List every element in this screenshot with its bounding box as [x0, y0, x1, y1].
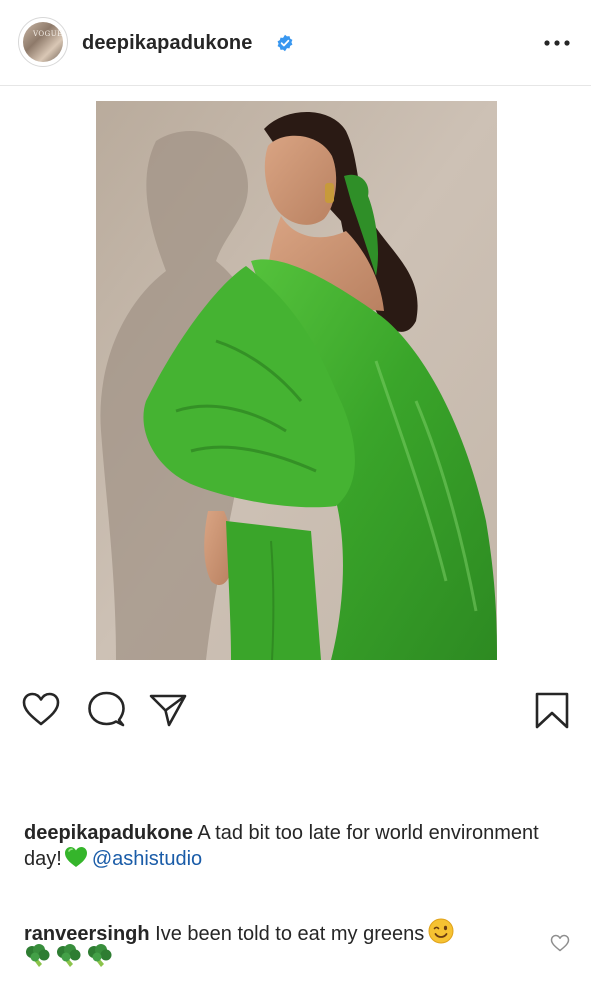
post-header: VOGUE deepikapadukone — [0, 0, 591, 86]
bookmark-icon[interactable] — [532, 690, 572, 730]
verified-badge-icon — [277, 34, 293, 52]
share-icon[interactable] — [148, 690, 188, 730]
post-username[interactable]: deepikapadukone — [82, 32, 252, 55]
green-heart-emoji-icon — [64, 847, 87, 867]
broccoli-emoji-icon — [88, 944, 112, 967]
post-caption: deepikapadukone A tad bit too late for w… — [24, 820, 564, 872]
comment-icon[interactable] — [86, 690, 126, 730]
winking-face-emoji-icon — [428, 918, 454, 944]
broccoli-emoji-icon — [26, 944, 50, 967]
comment-username[interactable]: ranveersingh — [24, 923, 150, 945]
avatar[interactable]: VOGUE — [18, 17, 68, 67]
post-photo-illustration — [96, 101, 497, 660]
caption-username[interactable]: deepikapadukone — [24, 822, 193, 844]
avatar-image: VOGUE — [23, 22, 63, 62]
broccoli-emoji-icon — [57, 944, 81, 967]
comment-text: Ive been told to eat my greens — [155, 923, 425, 945]
more-options-icon[interactable] — [543, 38, 571, 48]
post-image[interactable] — [96, 101, 497, 660]
post-actions-bar — [0, 690, 591, 738]
caption-mention[interactable]: @ashistudio — [92, 848, 202, 870]
comment-emoji-row — [24, 943, 117, 969]
avatar-logo-text: VOGUE — [33, 30, 63, 38]
heart-icon[interactable] — [550, 934, 570, 952]
heart-icon[interactable] — [21, 690, 61, 730]
